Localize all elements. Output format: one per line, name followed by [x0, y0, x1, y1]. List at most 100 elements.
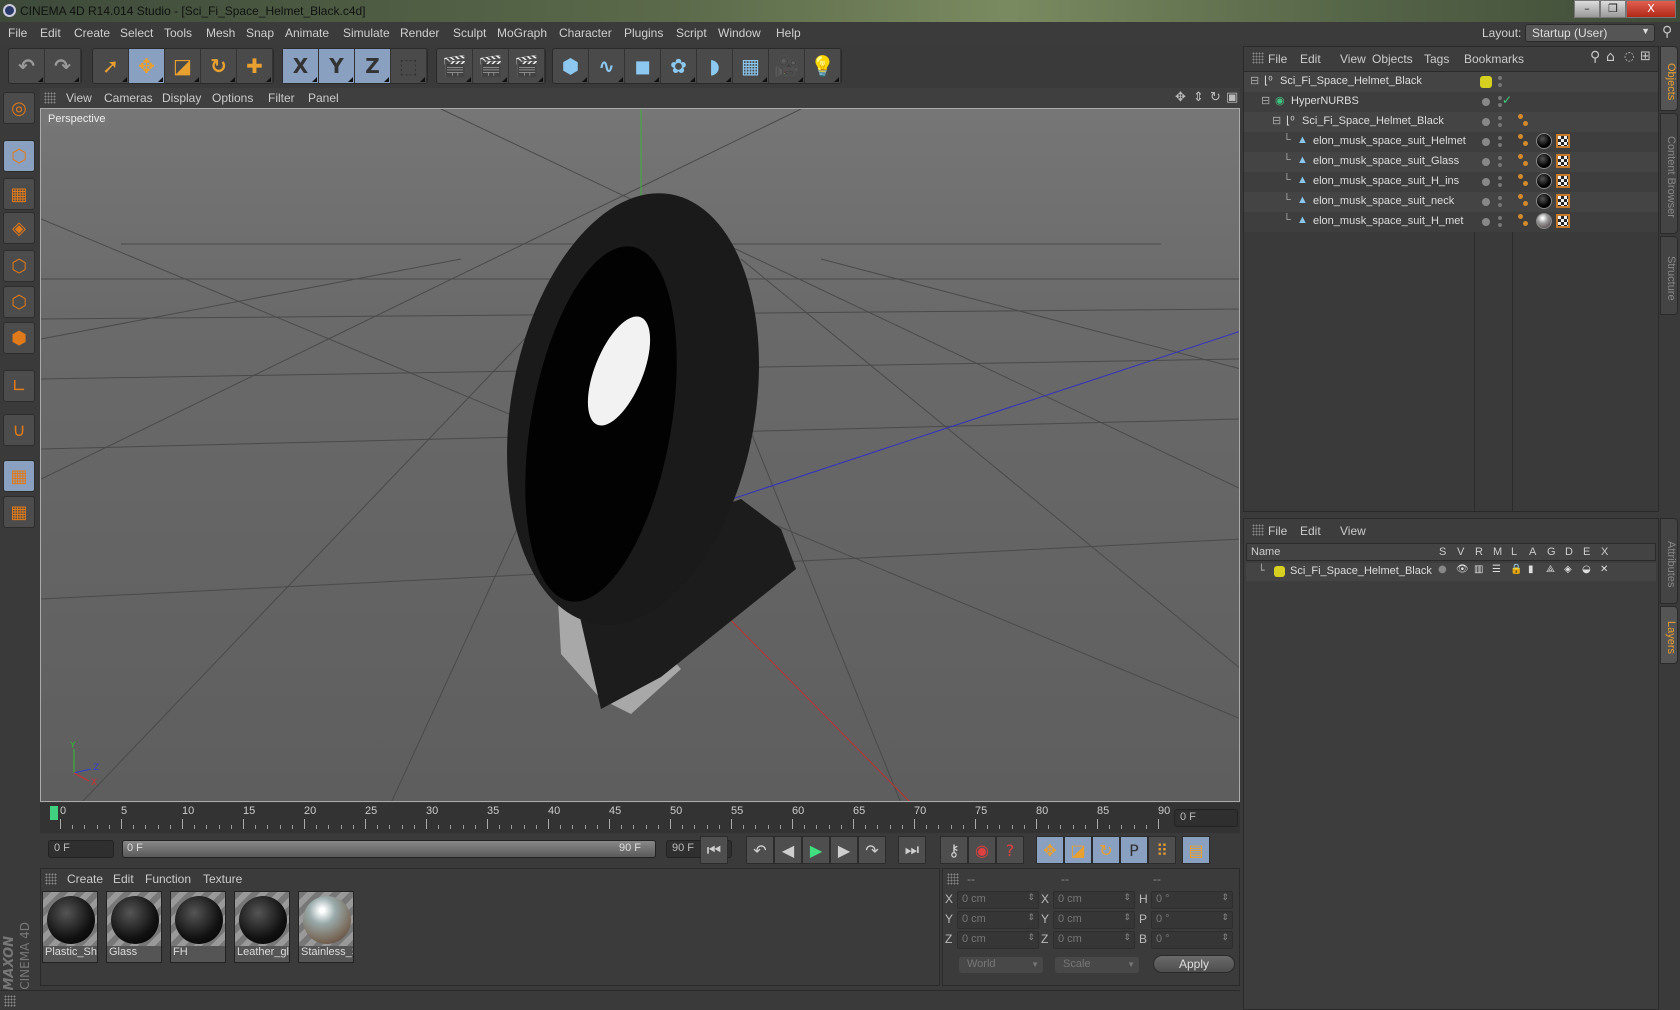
coord-field[interactable]: 0 cm ⇕ [957, 911, 1039, 929]
layer-column-e[interactable]: E [1583, 546, 1590, 558]
uvw-tag-icon[interactable] [1556, 194, 1570, 208]
snap-button[interactable]: ∪ [3, 414, 35, 446]
object-row[interactable]: └ ▲ elon_musk_space_suit_Glass [1244, 152, 1658, 172]
layer-dot[interactable] [1482, 138, 1490, 146]
menu-snap[interactable]: Snap [246, 26, 274, 40]
search-icon[interactable]: ⚲ [1662, 24, 1672, 40]
goto-end-button[interactable]: ⏭ [898, 836, 926, 864]
prev-key-button[interactable]: ↶ [746, 836, 774, 864]
viewport-menu-cameras[interactable]: Cameras [104, 91, 153, 105]
restore-button[interactable]: ❐ [1600, 0, 1626, 18]
layer-column-a[interactable]: A [1529, 546, 1536, 558]
light-button[interactable]: 💡 [805, 49, 841, 83]
coord-field[interactable]: 0 cm ⇕ [1053, 891, 1135, 909]
lock-workplane-button[interactable]: ▦ [3, 460, 35, 492]
phong-tag-icon[interactable] [1518, 114, 1528, 126]
grip-handle[interactable] [45, 873, 57, 885]
object-row[interactable]: ⊟ ◉ HyperNURBS ✓ [1244, 92, 1658, 112]
material-tag-icon[interactable] [1536, 193, 1552, 209]
spinner-icon[interactable]: ⇕ [1027, 912, 1035, 923]
layer-menu-view[interactable]: View [1340, 524, 1366, 538]
layer-dot[interactable] [1482, 178, 1490, 186]
render-icon[interactable]: ▥ [1474, 564, 1483, 575]
menu-sculpt[interactable]: Sculpt [453, 26, 486, 40]
close-button[interactable]: X [1626, 0, 1676, 18]
viewport-menu-options[interactable]: Options [212, 91, 253, 105]
apply-button[interactable]: Apply [1153, 955, 1235, 973]
coord-field[interactable]: 0 ° ⇕ [1151, 931, 1233, 949]
object-menu-file[interactable]: File [1268, 52, 1287, 66]
camera-button[interactable]: 🎥 [769, 49, 805, 83]
x-button[interactable]: X [283, 49, 319, 83]
deformer-icon[interactable]: ◈ [1564, 564, 1572, 575]
material-swatch[interactable]: Stainless_S [298, 891, 354, 963]
viewport-menu-filter[interactable]: Filter [268, 91, 295, 105]
object-menu-bookmarks[interactable]: Bookmarks [1464, 52, 1524, 66]
current-frame-field[interactable]: 0 F [1174, 809, 1238, 827]
material-menu-create[interactable]: Create [67, 872, 103, 886]
uvw-tag-icon[interactable] [1556, 174, 1570, 188]
edges-button[interactable]: ⬡ [3, 286, 35, 318]
object-name[interactable]: Sci_Fi_Space_Helmet_Black [1280, 75, 1422, 87]
menu-animate[interactable]: Animate [285, 26, 329, 40]
model-button[interactable]: ⬡ [3, 140, 35, 172]
menu-file[interactable]: File [8, 26, 27, 40]
visibility-dots-icon[interactable] [1498, 176, 1502, 188]
menu-select[interactable]: Select [120, 26, 153, 40]
layer-color-swatch[interactable] [1274, 566, 1285, 577]
autokey-button[interactable]: ◉ [968, 836, 996, 864]
zoom-view-icon[interactable]: ⇕ [1193, 90, 1204, 105]
side-tab-structure[interactable]: Structure [1660, 236, 1678, 315]
next-frame-button[interactable]: ▶ [830, 836, 858, 864]
minimize-button[interactable]: – [1574, 0, 1600, 18]
visibility-dots-icon[interactable] [1498, 116, 1502, 128]
layer-column-d[interactable]: D [1565, 546, 1573, 558]
move-button[interactable]: ✥ [129, 49, 165, 83]
collapse-toggle-icon[interactable]: ⊟ [1250, 74, 1259, 87]
workplane-button[interactable]: ◈ [3, 212, 35, 244]
coord-button[interactable]: ⬚ [391, 49, 427, 83]
transform-mode-dropdown[interactable]: Scale ▼ [1055, 957, 1139, 973]
material-menu-edit[interactable]: Edit [113, 872, 134, 886]
layer-name[interactable]: Sci_Fi_Space_Helmet_Black [1290, 565, 1432, 577]
record-keys-button[interactable]: ⚷ [940, 836, 968, 864]
uvw-tag-icon[interactable] [1556, 154, 1570, 168]
frame-range-slider[interactable]: 0 F 90 F [122, 840, 656, 858]
grip-handle[interactable] [947, 873, 959, 885]
menu-mograph[interactable]: MoGraph [497, 26, 547, 40]
phong-tag-icon[interactable] [1518, 154, 1528, 166]
lock-icon[interactable]: 🔒 [1510, 564, 1522, 575]
render-picture-button[interactable]: 🎬 [473, 49, 509, 83]
phong-tag-icon[interactable] [1518, 194, 1528, 206]
key-rotation-button[interactable]: ↻ [1092, 836, 1120, 864]
viewport-menu-panel[interactable]: Panel [308, 91, 339, 105]
cube-button[interactable]: ⬢ [553, 49, 589, 83]
phong-tag-icon[interactable] [1518, 174, 1528, 186]
grip-handle[interactable] [1252, 52, 1264, 64]
object-name[interactable]: elon_musk_space_suit_neck [1313, 195, 1454, 207]
uvw-tag-icon[interactable] [1556, 214, 1570, 228]
keyframe-selection-button[interactable]: ? [996, 836, 1024, 864]
layer-column-name[interactable]: Name [1251, 546, 1280, 558]
layer-dot[interactable] [1482, 218, 1490, 226]
generator-icon[interactable]: ⟁ [1546, 564, 1555, 575]
floor-button[interactable]: ▦ [733, 49, 769, 83]
coordinate-mode-dropdown[interactable]: World ▼ [959, 957, 1043, 973]
object-menu-view[interactable]: View [1340, 52, 1366, 66]
key-pla-button[interactable]: ⠿ [1148, 836, 1176, 864]
viewport-label[interactable]: Perspective [44, 112, 110, 126]
visibility-dots-icon[interactable] [1498, 76, 1502, 88]
prev-frame-button[interactable]: ◀ [774, 836, 802, 864]
menu-window[interactable]: Window [718, 26, 761, 40]
deformer-button[interactable]: ◗ [697, 49, 733, 83]
phong-tag-icon[interactable] [1518, 214, 1528, 226]
spinner-icon[interactable]: ⇕ [1123, 912, 1131, 923]
visibility-dots-icon[interactable] [1498, 136, 1502, 148]
material-menu-function[interactable]: Function [145, 872, 191, 886]
polygons-button[interactable]: ⬢ [3, 322, 35, 354]
grip-handle[interactable] [1252, 524, 1264, 536]
solo-icon[interactable]: ● [1438, 564, 1447, 575]
uvw-tag-icon[interactable] [1556, 134, 1570, 148]
visibility-dots-icon[interactable] [1498, 156, 1502, 168]
playhead[interactable] [50, 806, 58, 820]
